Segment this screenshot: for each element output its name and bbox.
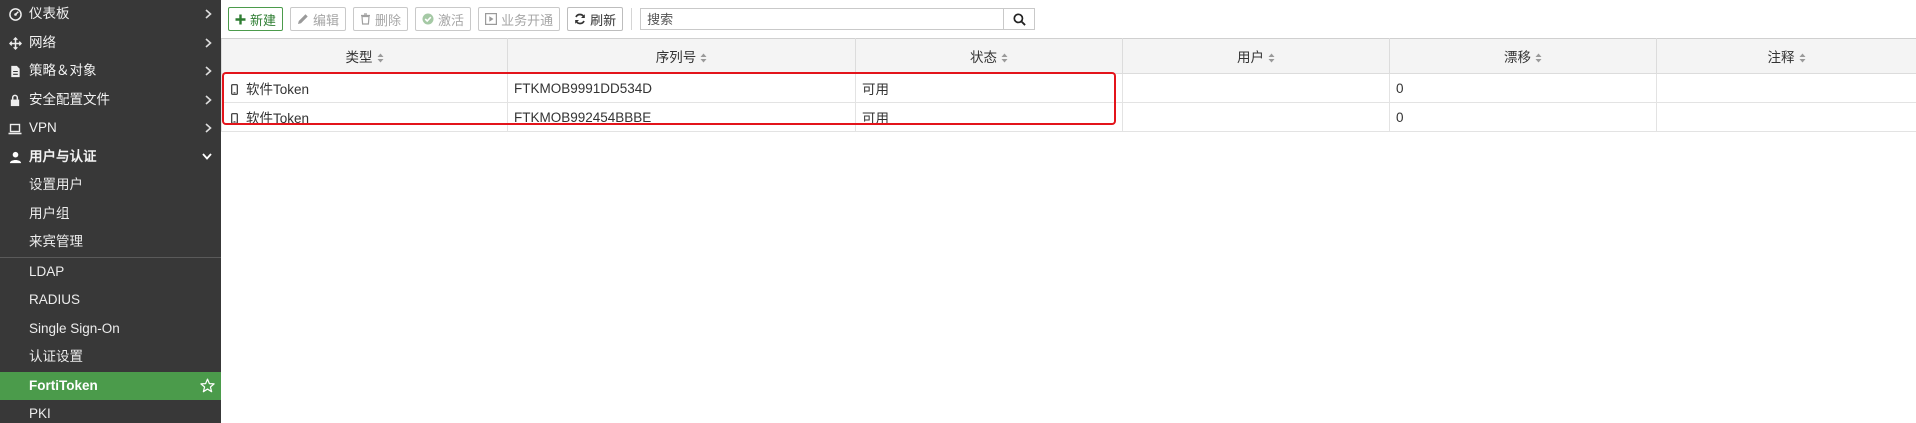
nav-dashboard-label: 仪表板 [29,6,70,21]
refresh-icon [575,13,585,25]
search-input[interactable] [640,8,1004,30]
nav-network-label: 网络 [29,34,56,50]
cell-user [1122,73,1390,103]
cell-user [1122,102,1390,132]
chevron-right-icon [205,0,212,29]
mobile-phone-icon [231,112,238,127]
sidebar-item-single-sign-on[interactable]: Single Sign-On [0,315,221,344]
column-header-comment[interactable]: 注释 [1656,38,1916,74]
nav-policy-objects[interactable]: 策略＆对象 [0,57,221,86]
nav-user-auth[interactable]: 用户与认证 [0,143,221,172]
cell-status: 可用 [855,102,1123,132]
sort-icon [700,51,707,66]
chevron-right-icon [205,114,212,143]
policy-icon [8,57,22,86]
lock-icon [8,86,22,115]
create-new-label: 新建 [250,12,277,28]
nav-dashboard[interactable]: 仪表板 [0,0,221,29]
sidebar-item-radius[interactable]: RADIUS [0,286,221,315]
cell-comment [1656,73,1916,103]
laptop-icon [8,114,22,143]
sidebar-item-user-groups[interactable]: 用户组 [0,200,221,229]
cell-comment [1656,102,1916,132]
sidebar-item-pki[interactable]: PKI [0,400,221,423]
table-header-row: 类型 序列号 状态 用户 漂移 注释 [221,38,1916,74]
create-new-button[interactable]: 新建 [228,7,284,31]
sort-icon [1799,51,1806,66]
sort-icon [1001,51,1008,66]
nav-user-auth-label: 用户与认证 [29,148,97,164]
column-header-serial[interactable]: 序列号 [507,38,856,74]
refresh-button[interactable]: 刷新 [567,7,624,31]
play-square-icon [485,13,498,25]
fortitoken-table: 类型 序列号 状态 用户 漂移 注释 软件Token FTKMOB9991DD5… [221,38,1916,132]
table-row[interactable]: 软件Token FTKMOB992454BBBE 可用 0 [221,102,1916,132]
sidebar-item-fortitoken-label: FortiToken [29,377,98,393]
pencil-icon [298,14,308,24]
plus-icon [235,14,246,24]
delete-button[interactable]: 删除 [353,7,409,31]
sort-icon [1268,51,1275,66]
chevron-down-icon [202,143,212,172]
chevron-right-icon [205,29,212,58]
sidebar-item-fortitoken[interactable]: FortiToken [0,371,221,401]
column-header-type[interactable]: 类型 [221,38,508,74]
cell-drift: 0 [1389,73,1657,103]
cell-status: 可用 [855,73,1123,103]
trash-icon [361,13,371,25]
sidebar-item-user-definition[interactable]: 设置用户 [0,171,221,200]
nav-vpn-label: VPN [29,120,57,135]
network-move-icon [8,29,22,58]
toolbar-divider [631,8,633,30]
search-button[interactable] [1003,8,1036,30]
sidebar-item-ldap[interactable]: LDAP [0,258,221,287]
nav-security-profiles[interactable]: 安全配置文件 [0,86,221,115]
sort-icon [377,51,384,66]
cell-serial: FTKMOB992454BBBE [507,102,856,132]
provision-button[interactable]: 业务开通 [478,7,561,31]
sidebar: 仪表板 网络 策略＆对象 安全配置文件 VPN 用户与认证 设置用户 用户组 来… [0,0,221,423]
edit-button[interactable]: 编辑 [290,7,347,31]
sort-icon [1535,51,1542,66]
cell-type: 软件Token [221,102,508,132]
column-header-drift[interactable]: 漂移 [1389,38,1657,74]
chevron-right-icon [205,57,212,86]
activate-button[interactable]: 激活 [415,7,472,31]
user-icon [8,143,22,172]
star-icon[interactable] [200,372,215,401]
chevron-right-icon [205,86,212,115]
refresh-label: 刷新 [590,12,617,28]
search-icon [1013,12,1026,26]
nav-security-label: 安全配置文件 [29,91,110,107]
cell-serial: FTKMOB9991DD534D [507,73,856,103]
nav-policy-label: 策略＆对象 [29,63,97,78]
nav-network[interactable]: 网络 [0,29,221,58]
edit-label: 编辑 [313,12,340,28]
toolbar: 新建 编辑 删除 激活 业务开通 刷新 [228,7,1036,31]
delete-label: 删除 [375,12,402,28]
activate-label: 激活 [438,12,465,28]
cell-type: 软件Token [221,73,508,103]
column-header-status[interactable]: 状态 [855,38,1123,74]
provision-label: 业务开通 [501,12,554,28]
sidebar-item-guest-management[interactable]: 来宾管理 [0,228,221,257]
dashboard-icon [8,0,22,29]
nav-vpn[interactable]: VPN [0,114,221,143]
check-circle-icon [422,13,434,25]
column-header-user[interactable]: 用户 [1122,38,1390,74]
table-row[interactable]: 软件Token FTKMOB9991DD534D 可用 0 [221,73,1916,103]
cell-drift: 0 [1389,102,1657,132]
mobile-phone-icon [231,83,238,98]
sidebar-item-auth-settings[interactable]: 认证设置 [0,343,221,372]
